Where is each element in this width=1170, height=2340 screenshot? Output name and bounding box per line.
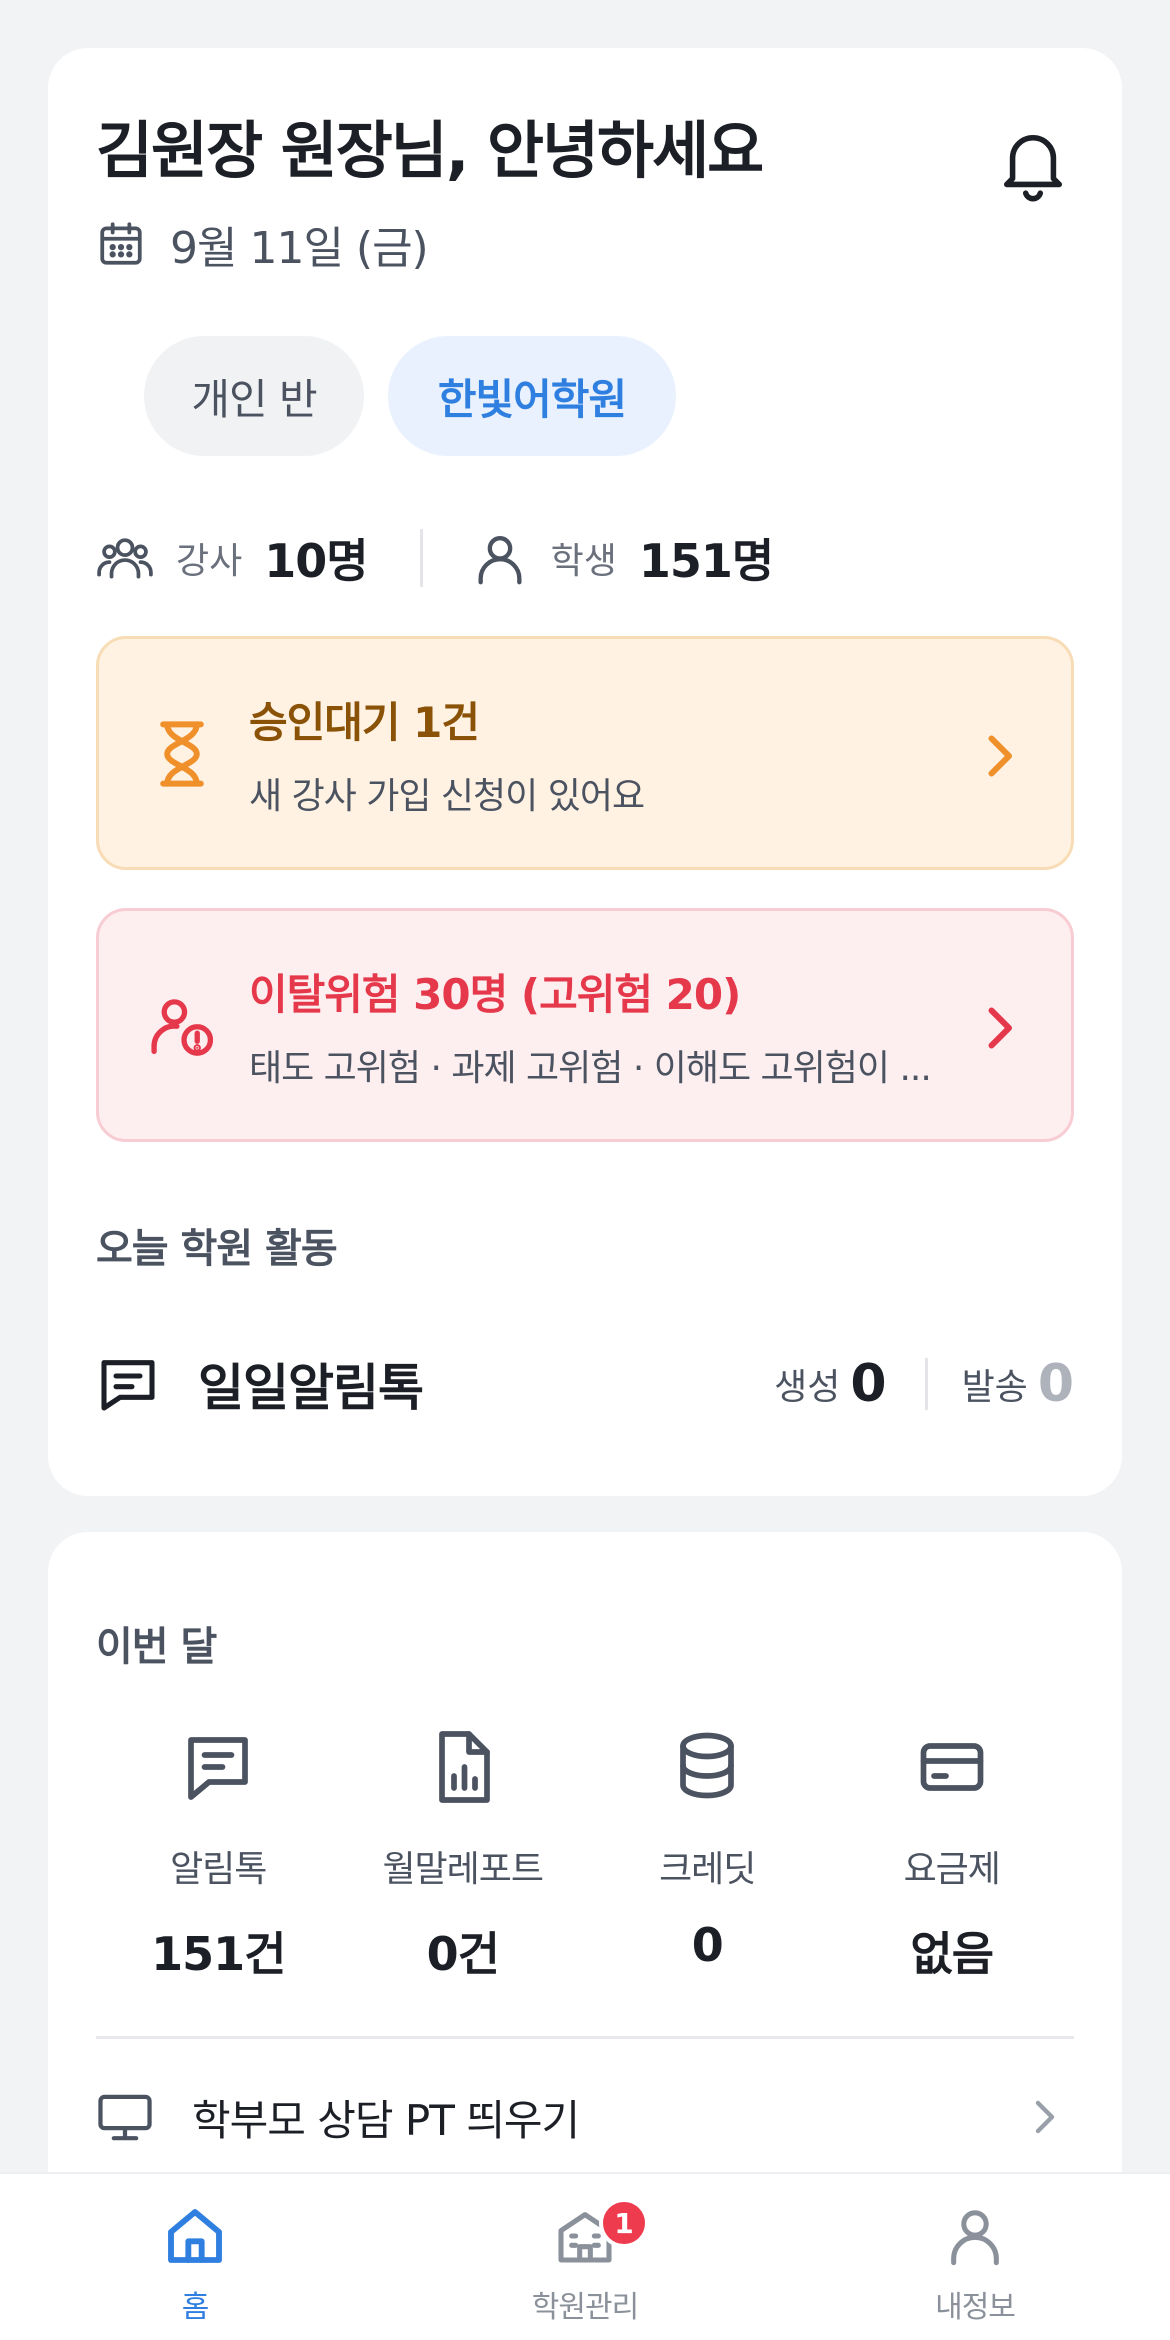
stats-row: 강사 10명 학생 151명	[96, 518, 774, 598]
today-activity-heading: 오늘 학원 활동	[96, 1226, 338, 1272]
approval-subtitle: 새 강사 가입 신청이 있어요	[249, 776, 645, 817]
sent-count: 0	[1037, 1354, 1074, 1414]
chevron-right-icon	[988, 735, 1012, 777]
hourglass-icon	[160, 721, 204, 787]
student-icon	[478, 536, 522, 585]
created-label: 생성	[774, 1367, 841, 1408]
month-stat-alimtalk[interactable]: 알림톡 151건	[96, 1728, 341, 1984]
bell-icon[interactable]	[998, 126, 1068, 202]
user-icon	[951, 2210, 999, 2266]
this-month-heading: 이번 달	[96, 1624, 217, 1670]
month-stat-label: 크레딧	[659, 1849, 756, 1890]
tab-academy[interactable]: 한빛어학원	[388, 336, 676, 456]
tab-academy-label: 학원관리	[531, 2290, 639, 2325]
tab-personal-class[interactable]: 개인 반	[144, 336, 364, 456]
parent-consult-pt-label: 학부모 상담 PT 띄우기	[192, 2095, 580, 2145]
dropout-risk-title: 이탈위험 30명 (고위험 20)	[249, 970, 741, 1019]
created-count: 0	[850, 1354, 887, 1414]
month-stat-credit[interactable]: 크레딧 0	[585, 1728, 830, 1984]
database-icon	[680, 1732, 735, 1799]
home-icon	[168, 2209, 222, 2263]
daily-alimtalk-title: 일일알림톡	[198, 1359, 424, 1417]
tab-home[interactable]: 홈	[75, 2204, 315, 2326]
month-stat-value: 0건	[426, 1927, 500, 1981]
month-stat-value: 없음	[910, 1927, 994, 1981]
stats-divider	[419, 529, 423, 587]
tab-my-info-label: 내정보	[935, 2290, 1016, 2325]
sent-label: 발송	[961, 1367, 1028, 1408]
month-stat-label: 알림톡	[170, 1849, 267, 1890]
students-label: 학생	[550, 541, 617, 582]
month-stat-value: 151건	[151, 1927, 286, 1981]
dropout-risk-card[interactable]: 이탈위험 30명 (고위험 20) 태도 고위험 · 과제 고위험 · 이해도 …	[96, 908, 1074, 1142]
month-stat-label: 요금제	[903, 1849, 1001, 1890]
approval-pending-card[interactable]: 승인대기 1건 새 강사 가입 신청이 있어요	[96, 636, 1074, 870]
chevron-right-icon	[1035, 2100, 1055, 2134]
card-icon	[920, 1743, 984, 1791]
chevron-right-icon	[988, 1007, 1012, 1049]
teachers-count: 10명	[264, 534, 368, 588]
monitor-icon	[98, 2094, 152, 2141]
month-stat-label: 월말레포트	[382, 1849, 544, 1890]
month-stat-monthly-report[interactable]: 월말레포트 0건	[341, 1728, 586, 1984]
date-row: 9월 11일 (금)	[96, 212, 429, 276]
daily-alimtalk-row[interactable]: 일일알림톡 생성 0 발송 0	[96, 1344, 1074, 1424]
user-alert-icon	[151, 999, 214, 1056]
calendar-icon	[100, 222, 142, 265]
month-stats-grid: 알림톡 151건 월말레포트 0건 크레딧 0 요금제 없음	[96, 1728, 1074, 1984]
report-icon	[438, 1731, 490, 1803]
parent-consult-pt-row[interactable]: 학부모 상담 PT 띄우기	[96, 2072, 1074, 2162]
month-stat-plan[interactable]: 요금제 없음	[830, 1728, 1075, 1984]
tab-academy-management[interactable]: 1 학원관리	[465, 2198, 705, 2326]
counts-divider	[924, 1358, 928, 1410]
notification-badge: 1	[599, 2198, 649, 2248]
tab-home-label: 홈	[181, 2290, 210, 2325]
students-count: 151명	[638, 534, 774, 588]
date-text: 9월 11일 (금)	[170, 223, 429, 274]
message-icon	[101, 1360, 155, 1411]
approval-title: 승인대기 1건	[249, 698, 480, 747]
home-summary-card: 김원장 원장님, 안녕하세요 9월 11일 (금) 개인 반 한빛어학원 강사 …	[48, 48, 1122, 1496]
greeting-title: 김원장 원장님, 안녕하세요	[96, 114, 764, 187]
teachers-icon	[97, 538, 153, 579]
alimtalk-counts: 생성 0 발송 0	[774, 1354, 1074, 1414]
month-stat-value: 0	[691, 1918, 724, 1972]
message-icon	[188, 1737, 249, 1800]
bottom-tab-bar: 홈 1 학원관리 내정보	[0, 2172, 1170, 2340]
section-divider	[96, 2036, 1074, 2039]
dropout-risk-subtitle: 태도 고위험 · 과제 고위험 · 이해도 고위험이 ...	[249, 1048, 932, 1089]
tab-my-info[interactable]: 내정보	[855, 2204, 1095, 2326]
teachers-label: 강사	[176, 541, 243, 582]
